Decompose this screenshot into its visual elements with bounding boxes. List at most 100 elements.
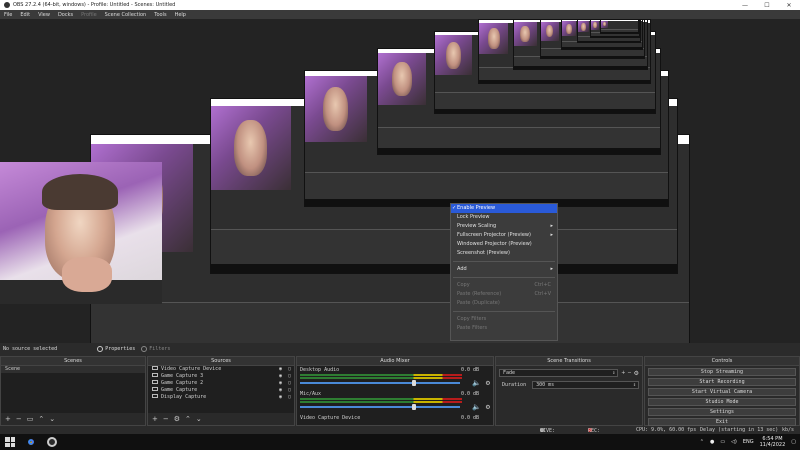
add-source-button[interactable]: + [152, 415, 158, 423]
menu-file[interactable]: File [4, 12, 12, 18]
menu-edit[interactable]: Edit [20, 12, 30, 18]
speaker-icon[interactable]: 🔈 [472, 403, 481, 411]
maximize-button[interactable]: ☐ [756, 0, 778, 10]
studio-mode-button[interactable]: Studio Mode [648, 398, 796, 406]
nested-face [545, 24, 554, 38]
chrome-icon[interactable] [26, 437, 36, 447]
move-scene-down-button[interactable]: ⌄ [49, 415, 55, 423]
source-properties-button[interactable]: ⚙ [174, 415, 180, 423]
nested-taskbar [578, 40, 641, 43]
menu-item-lock-preview[interactable]: Lock Preview [451, 213, 557, 222]
nested-taskbar [211, 263, 677, 273]
duration-input[interactable]: 300 ms ⇕ [532, 381, 639, 389]
language-indicator[interactable]: ENG [743, 439, 754, 445]
network-icon[interactable]: ▭ [720, 439, 725, 445]
source-item[interactable]: Game Capture ◉ ▢ [148, 387, 294, 394]
start-virtual-camera-button[interactable]: Start Virtual Camera [648, 388, 796, 396]
gear-icon[interactable]: ⚙ [486, 379, 490, 387]
menu-item-preview-scaling[interactable]: Preview Scaling ▸ [451, 222, 557, 231]
lock-icon[interactable]: ▢ [288, 387, 291, 394]
menu-tools[interactable]: Tools [154, 12, 166, 18]
volume-meter [300, 377, 462, 379]
tray-chevron-icon[interactable]: ⌃ [700, 439, 704, 445]
close-button[interactable]: ✕ [778, 0, 800, 10]
window-title-bar: OBS 27.2.4 (64-bit, windows) - Profile: … [0, 0, 800, 10]
lock-icon[interactable]: ▢ [288, 380, 291, 387]
volume-slider-handle[interactable] [412, 380, 416, 386]
stop-streaming-button[interactable]: Stop Streaming [648, 368, 796, 376]
move-scene-up-button[interactable]: ⌃ [38, 415, 44, 423]
microphone-icon[interactable]: ● [710, 439, 714, 445]
eye-icon[interactable]: ◉ [279, 394, 282, 401]
lock-icon[interactable]: ▢ [288, 394, 291, 401]
lock-icon[interactable]: ▢ [288, 366, 291, 373]
eye-icon[interactable]: ◉ [279, 387, 282, 394]
move-source-down-button[interactable]: ⌄ [196, 415, 202, 423]
volume-slider-handle[interactable] [412, 404, 416, 410]
volume-slider[interactable] [300, 406, 460, 408]
volume-icon[interactable]: ◁) [731, 439, 737, 445]
move-source-up-button[interactable]: ⌃ [185, 415, 191, 423]
add-transition-button[interactable]: + [621, 370, 625, 376]
speaker-icon[interactable]: 🔈 [472, 379, 481, 387]
add-scene-button[interactable]: + [5, 415, 11, 423]
game-capture-icon [152, 387, 158, 391]
gear-icon[interactable]: ⚙ [486, 403, 490, 411]
eye-icon[interactable]: ◉ [279, 373, 282, 380]
sources-list: Video Capture Device ◉ ▢ Game Capture 3 ◉ ▢ … [148, 366, 294, 413]
menu-help[interactable]: Help [175, 12, 186, 18]
obs-icon[interactable] [47, 437, 57, 447]
nested-face [565, 23, 572, 34]
menu-profile[interactable]: Profile [81, 12, 97, 18]
menu-separator [453, 277, 555, 278]
spinner-icon: ⇕ [632, 382, 636, 388]
source-item[interactable]: Game Capture 2 ◉ ▢ [148, 380, 294, 387]
menu-item-enable-preview[interactable]: ✓ Enable Preview [451, 204, 557, 213]
scenes-title: Scenes [1, 357, 145, 366]
monitor-icon [152, 394, 158, 398]
scene-item[interactable]: Scene [1, 366, 145, 373]
eye-icon[interactable]: ◉ [279, 366, 282, 373]
menu-item-paste-filters: Paste Filters [457, 325, 488, 331]
filters-button[interactable]: Filters [141, 346, 170, 352]
game-capture-icon [152, 380, 158, 384]
nested-face [487, 27, 500, 49]
remove-source-button[interactable]: − [163, 415, 169, 423]
nested-capture-frame [599, 19, 639, 34]
notifications-icon[interactable]: ▢ [791, 439, 796, 445]
menu-view[interactable]: View [38, 12, 50, 18]
start-recording-button[interactable]: Start Recording [648, 378, 796, 386]
properties-button[interactable]: Properties [97, 346, 135, 352]
volume-slider[interactable] [300, 382, 460, 384]
channel-name: Desktop Audio [300, 367, 340, 373]
menu-scene-collection[interactable]: Scene Collection [105, 12, 147, 18]
scenes-footer: + − ▭ ⌃ ⌄ [1, 413, 145, 425]
remove-transition-button[interactable]: − [627, 370, 631, 376]
settings-button[interactable]: Settings [648, 408, 796, 416]
windows-logo-icon[interactable] [5, 437, 15, 447]
transition-type-select[interactable]: Fade ⇕ [499, 369, 619, 377]
clock[interactable]: 6:54 PM 11/4/2022 [760, 436, 786, 448]
menu-item-windowed-projector[interactable]: Windowed Projector (Preview) [451, 240, 557, 249]
nested-webcam [590, 20, 600, 30]
scenes-config-button[interactable]: ▭ [27, 415, 34, 423]
menu-item-add[interactable]: Add ▸ [451, 265, 557, 274]
exit-button[interactable]: Exit [648, 418, 796, 426]
lock-icon[interactable]: ▢ [288, 373, 291, 380]
eye-icon[interactable]: ◉ [279, 380, 282, 387]
gear-icon[interactable]: ⚙ [634, 370, 639, 377]
submenu-arrow-icon: ▸ [550, 232, 553, 238]
menu-item-fullscreen-projector[interactable]: Fullscreen Projector (Preview) ▸ [451, 231, 557, 240]
source-item[interactable]: Video Capture Device ◉ ▢ [148, 366, 294, 373]
obs-icon [4, 2, 10, 8]
source-item[interactable]: Game Capture 3 ◉ ▢ [148, 373, 294, 380]
menu-docks[interactable]: Docks [58, 12, 73, 18]
menu-item-paste-duplicate: Paste (Duplicate) [457, 300, 500, 306]
mixer-channel: Video Capture Device 0.0 dB [297, 414, 493, 424]
preview-canvas[interactable]: ✓ Enable Preview Lock Preview Preview Sca… [0, 19, 800, 343]
menu-item-screenshot[interactable]: Screenshot (Preview) [451, 249, 557, 258]
minimize-button[interactable]: — [734, 0, 756, 10]
source-item[interactable]: Display Capture ◉ ▢ [148, 394, 294, 401]
remove-scene-button[interactable]: − [16, 415, 22, 423]
sources-title: Sources [148, 357, 294, 366]
